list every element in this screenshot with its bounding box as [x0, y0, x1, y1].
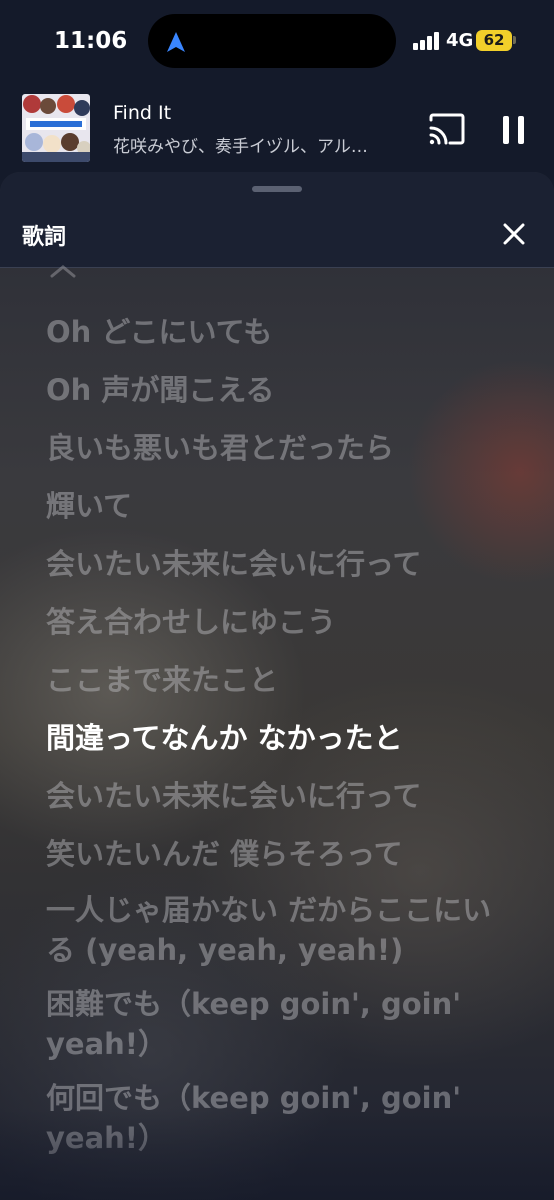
- lyrics-list[interactable]: Oh どこにいても Oh 声が聞こえる 良いも悪いも君とだったら 輝いて 会いた…: [46, 310, 516, 1172]
- music-app-screen: 11:06 4G 62 Find It 花咲みやび、奏手イヅル、アル… 歌詞 O…: [0, 0, 554, 1200]
- status-time: 11:06: [54, 28, 128, 54]
- chevron-up-icon: [50, 265, 76, 278]
- lyric-line[interactable]: 一人じゃ届かない だからここにいる (yeah, yeah, yeah!): [46, 890, 516, 970]
- lyric-line[interactable]: 会いたい未来に会いに行って: [46, 774, 516, 818]
- close-icon[interactable]: [500, 220, 528, 248]
- track-artist[interactable]: 花咲みやび、奏手イヅル、アル…: [113, 132, 393, 157]
- sheet-grabber[interactable]: [252, 186, 302, 192]
- lyric-line[interactable]: Oh 声が聞こえる: [46, 368, 516, 412]
- lyrics-sheet[interactable]: 歌詞 Oh どこにいても Oh 声が聞こえる 良いも悪いも君とだったら 輝いて …: [0, 172, 554, 1200]
- lyric-line[interactable]: 笑いたいんだ 僕らそろって: [46, 832, 516, 876]
- navigation-arrow-icon: [167, 32, 185, 52]
- battery-indicator: 62: [476, 30, 512, 51]
- mini-player[interactable]: Find It 花咲みやび、奏手イヅル、アル…: [0, 84, 554, 180]
- status-bar: 11:06 4G 62: [0, 0, 554, 84]
- lyrics-title: 歌詞: [22, 225, 67, 250]
- track-title[interactable]: Find It: [113, 102, 171, 124]
- lyric-line[interactable]: ここまで来たこと: [46, 658, 516, 702]
- network-type: 4G: [446, 30, 474, 51]
- lyric-line[interactable]: Oh どこにいても: [46, 310, 516, 354]
- lyric-line[interactable]: 困難でも（keep goin', goin' yeah!）: [46, 984, 516, 1064]
- lyric-line[interactable]: 良いも悪いも君とだったら: [46, 426, 516, 470]
- lyric-line[interactable]: 会いたい未来に会いに行って: [46, 542, 516, 586]
- album-art-image: [22, 94, 90, 162]
- signal-bars-icon: [413, 32, 439, 50]
- pause-icon[interactable]: [500, 114, 528, 146]
- album-art[interactable]: [22, 94, 90, 162]
- bottom-fade: [0, 1110, 554, 1200]
- lyric-line[interactable]: 答え合わせしにゆこう: [46, 600, 516, 644]
- battery-level: 62: [483, 31, 505, 49]
- lyric-line-active[interactable]: 間違ってなんか なかったと: [46, 716, 516, 760]
- lyrics-header: 歌詞: [0, 172, 554, 268]
- cast-icon[interactable]: [428, 112, 466, 146]
- battery-tip: [513, 36, 516, 44]
- lyric-line[interactable]: 輝いて: [46, 484, 516, 528]
